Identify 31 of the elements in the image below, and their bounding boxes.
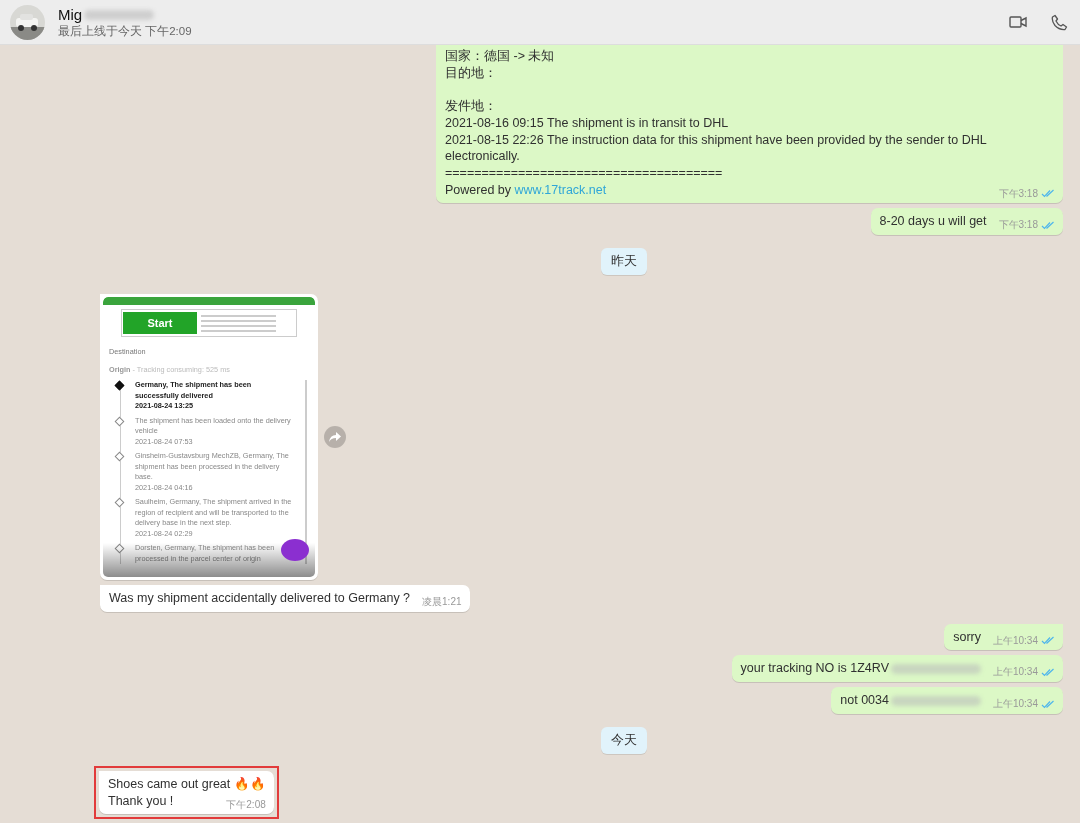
- blurred-redaction: [84, 9, 155, 20]
- date-label: 昨天: [600, 248, 647, 275]
- message-time: 上午10:34: [992, 666, 1038, 679]
- message-text: sorry: [953, 629, 981, 644]
- message-time: 凌晨1:21: [422, 596, 462, 608]
- message-text: Shoes came out great 🔥🔥: [108, 776, 266, 791]
- sticker-icon: [281, 539, 309, 561]
- message-text: 2021-08-15 22:26 The instruction data for this shipment have been provided by the sender to DHL electronically.: [445, 132, 987, 164]
- message-time: 下午3:18: [998, 219, 1038, 232]
- message-text: your tracking NO is 1Z4RV: [740, 661, 889, 676]
- start-button[interactable]: Start: [123, 312, 197, 334]
- message-text: 国家：德国 -> 未知: [445, 49, 555, 63]
- message-time: 下午2:08: [226, 798, 266, 811]
- message-text: 目的地：: [445, 65, 497, 80]
- message-text: 发件地：: [445, 99, 497, 114]
- message-text: 2021-08-16 09:15 The shipment is in transit to DHL: [445, 115, 729, 130]
- last-seen-status: 最后上线于今天 下午2:09: [58, 23, 193, 39]
- video-call-icon[interactable]: [1009, 16, 1027, 28]
- message-text: Thank you !: [108, 793, 174, 808]
- message-text: Was my shipment accidentally delivered to Germany ?: [109, 591, 411, 605]
- message-text: not 0034: [840, 693, 889, 708]
- message-time: 上午10:34: [992, 634, 1038, 647]
- phone-call-icon[interactable]: [1051, 13, 1068, 31]
- message-time: 上午10:34: [992, 698, 1038, 711]
- message-time: 下午3:18: [998, 187, 1038, 200]
- message-text: 8-20 days u will get: [879, 214, 987, 229]
- message-text: ======================================: [445, 165, 723, 180]
- link[interactable]: www.17track.net: [514, 182, 607, 197]
- powered-by-text: Powered by: [445, 182, 512, 197]
- contact-name: Mig: [58, 5, 83, 24]
- date-label: 今天: [600, 726, 647, 754]
